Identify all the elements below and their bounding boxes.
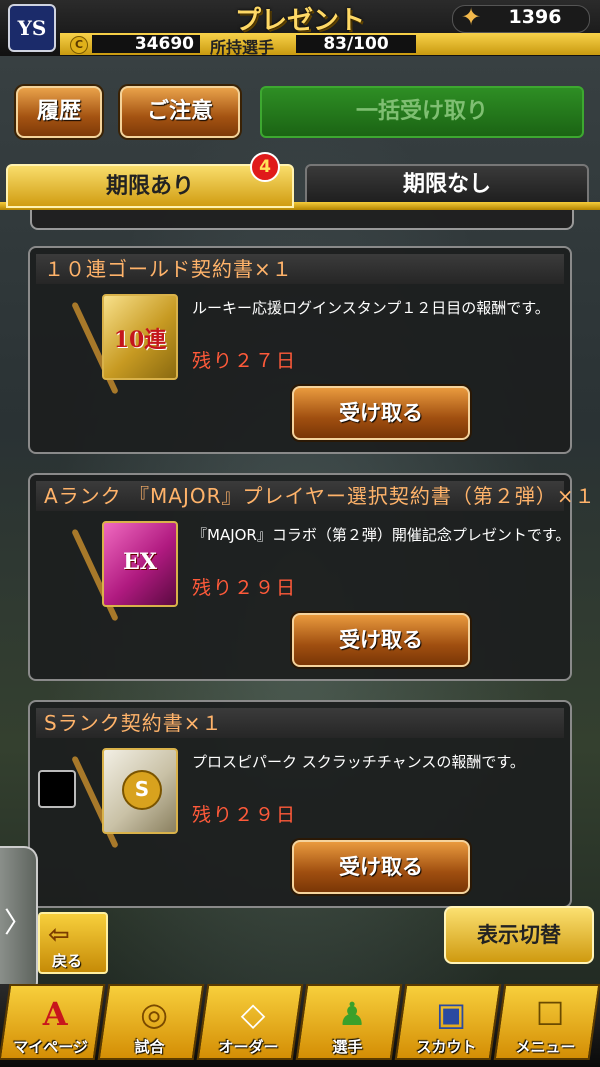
side-drawer-tab[interactable]: 〉 <box>0 846 38 996</box>
card-header: Sランク契約書×１ <box>36 708 564 738</box>
receive-button[interactable]: 受け取る <box>292 613 470 667</box>
nav-menu[interactable]: ☐ メニュー <box>493 984 600 1060</box>
present-title: Sランク契約書×１ <box>44 711 223 735</box>
item-image-label: EX <box>123 549 157 575</box>
nav-scout[interactable]: ▣ スカウト <box>394 984 502 1060</box>
nav-label: マイページ <box>13 1038 88 1056</box>
menu-icon: ☐ <box>535 995 565 1033</box>
notice-button[interactable]: ご注意 <box>120 86 240 138</box>
present-title: １０連ゴールド契約書×１ <box>44 257 293 281</box>
medal-icon: S <box>122 770 162 810</box>
remaining-days: 残り２７日 <box>192 350 298 372</box>
team-logo[interactable]: YS <box>8 4 56 52</box>
coin-count: 34690 <box>92 35 200 53</box>
back-button[interactable]: ⇦ 戻る <box>38 912 108 974</box>
present-card: Sランク契約書×１ S プロスピパーク スクラッチチャンスの報酬です。 残り２９… <box>28 700 572 908</box>
present-card: Aランク 『MAJOR』プレイヤー選択契約書（第２弾）×１ EX 『MAJOR』… <box>28 473 595 681</box>
mypage-icon: A <box>42 995 68 1033</box>
gold-contract-icon: 10連 <box>102 294 178 380</box>
present-description: ルーキー応援ログインスタンプ１２日目の報酬です。 <box>192 299 550 317</box>
card-header: １０連ゴールド契約書×１ <box>36 254 564 284</box>
back-label: 戻る <box>52 952 83 970</box>
remaining-days: 残り２９日 <box>192 804 298 826</box>
count-badge: 4 <box>250 152 280 182</box>
nav-game[interactable]: ◎ 試合 <box>97 984 205 1060</box>
present-list[interactable]: １０連ゴールド契約書×１ 10連 ルーキー応援ログインスタンプ１２日目の報酬です… <box>0 210 600 910</box>
nav-mypage[interactable]: A マイページ <box>0 984 106 1060</box>
gem-icon: ✦ <box>460 3 482 31</box>
nav-label: メニュー <box>515 1038 576 1056</box>
toggle-display-button[interactable]: 表示切替 <box>444 906 594 964</box>
s-rank-contract-icon: S <box>102 748 178 834</box>
stadium-icon: ◎ <box>140 995 169 1033</box>
nav-label: オーダー <box>218 1038 279 1056</box>
back-arrow-icon: ⇦ <box>48 920 70 950</box>
present-description: 『MAJOR』コラボ（第２弾）開催記念プレゼントです。 <box>192 526 571 544</box>
select-checkbox[interactable] <box>38 770 76 808</box>
card-header: Aランク 『MAJOR』プレイヤー選択契約書（第２弾）×１ <box>36 481 595 511</box>
receive-button[interactable]: 受け取る <box>292 386 470 440</box>
nav-label: 選手 <box>332 1038 363 1056</box>
gem-count: 1396 <box>508 6 562 28</box>
page-title: プレゼント <box>234 6 365 36</box>
history-button[interactable]: 履歴 <box>16 86 102 138</box>
players-count: 83/100 <box>296 35 416 53</box>
nav-players[interactable]: ♟ 選手 <box>295 984 403 1060</box>
players-label: 所持選手 <box>210 38 275 57</box>
nav-label: 試合 <box>134 1038 165 1056</box>
nav-label: スカウト <box>416 1038 477 1056</box>
player-icon: ♟ <box>337 995 367 1033</box>
present-title: Aランク 『MAJOR』プレイヤー選択契約書（第２弾）×１ <box>44 484 596 508</box>
present-card: １０連ゴールド契約書×１ 10連 ルーキー応援ログインスタンプ１２日目の報酬です… <box>28 246 572 454</box>
coin-icon: C <box>70 36 88 54</box>
tab-no-limit[interactable]: 期限なし <box>305 164 589 204</box>
a-rank-contract-icon: EX <box>102 521 178 607</box>
remaining-days: 残り２９日 <box>192 577 298 599</box>
item-image-label: 10連 <box>113 327 167 353</box>
previous-card-edge <box>30 210 574 230</box>
order-icon: ◇ <box>240 995 266 1033</box>
bottom-nav: A マイページ ◎ 試合 ◇ オーダー ♟ 選手 ▣ スカウト ☐ メニュー <box>0 984 600 1067</box>
present-description: プロスピパーク スクラッチチャンスの報酬です。 <box>192 753 525 771</box>
nav-order[interactable]: ◇ オーダー <box>196 984 304 1060</box>
receive-button[interactable]: 受け取る <box>292 840 470 894</box>
receive-all-button[interactable]: 一括受け取り <box>260 86 584 138</box>
scout-icon: ▣ <box>435 995 467 1033</box>
